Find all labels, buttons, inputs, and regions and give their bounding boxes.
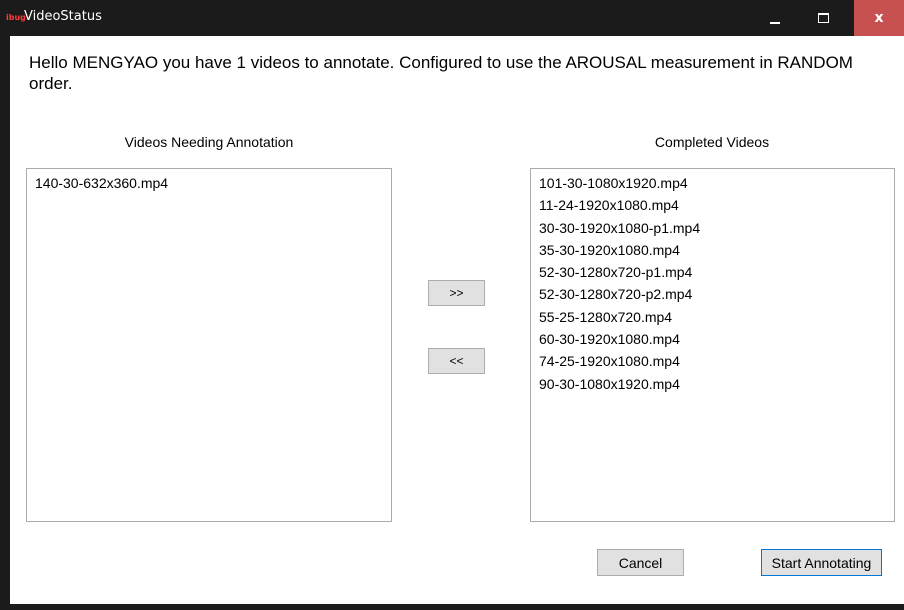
- greeting-message: Hello MENGYAO you have 1 videos to annot…: [29, 53, 853, 93]
- list-item[interactable]: 52-30-1280x720-p1.mp4: [539, 262, 894, 284]
- pending-videos-list[interactable]: 140-30-632x360.mp4: [26, 168, 392, 522]
- minimize-button[interactable]: [752, 0, 798, 36]
- list-item[interactable]: 101-30-1080x1920.mp4: [539, 173, 894, 195]
- minimize-icon: [770, 22, 780, 24]
- completed-videos-list[interactable]: 101-30-1080x1920.mp4 11-24-1920x1080.mp4…: [530, 168, 895, 522]
- list-item[interactable]: 140-30-632x360.mp4: [35, 173, 391, 195]
- title-bar[interactable]: ibug VideoStatus x: [0, 0, 904, 36]
- list-item[interactable]: 90-30-1080x1920.mp4: [539, 374, 894, 396]
- list-item[interactable]: 30-30-1920x1080-p1.mp4: [539, 218, 894, 240]
- list-item[interactable]: 55-25-1280x720.mp4: [539, 307, 894, 329]
- maximize-icon: [817, 13, 829, 23]
- list-item[interactable]: 60-30-1920x1080.mp4: [539, 329, 894, 351]
- app-icon: ibug: [6, 13, 26, 22]
- completed-videos-label: Completed Videos: [654, 134, 770, 150]
- client-area: Hello MENGYAO you have 1 videos to annot…: [10, 36, 904, 604]
- close-button[interactable]: x: [854, 0, 904, 36]
- move-to-pending-button[interactable]: <<: [428, 348, 485, 374]
- list-item[interactable]: 52-30-1280x720-p2.mp4: [539, 284, 894, 306]
- maximize-button[interactable]: [800, 0, 846, 36]
- close-icon: x: [874, 10, 884, 26]
- list-item[interactable]: 35-30-1920x1080.mp4: [539, 240, 894, 262]
- pending-videos-label: Videos Needing Annotation: [124, 134, 294, 150]
- list-item[interactable]: 74-25-1920x1080.mp4: [539, 351, 894, 373]
- move-to-completed-button[interactable]: >>: [428, 280, 485, 306]
- video-status-window: ibug VideoStatus x Hello MENGYAO you hav…: [0, 0, 904, 610]
- window-title: VideoStatus: [24, 9, 102, 24]
- cancel-button[interactable]: Cancel: [597, 549, 684, 576]
- start-annotating-button[interactable]: Start Annotating: [761, 549, 882, 576]
- list-item[interactable]: 11-24-1920x1080.mp4: [539, 195, 894, 217]
